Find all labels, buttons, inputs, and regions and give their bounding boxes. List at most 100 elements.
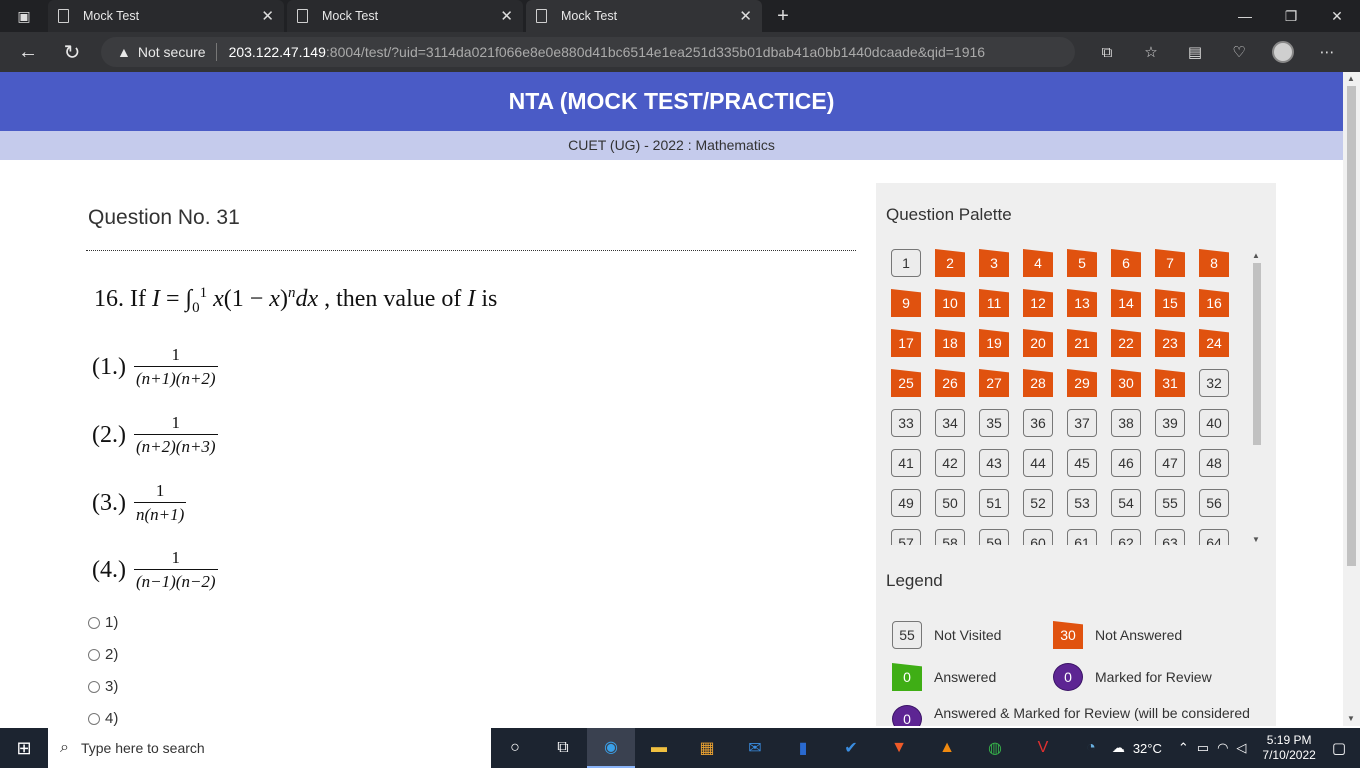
radio-button[interactable]	[88, 680, 100, 693]
chrome-icon[interactable]: ◍	[971, 728, 1019, 768]
palette-question-button[interactable]: 59	[979, 529, 1009, 545]
back-icon[interactable]: ←	[6, 32, 50, 72]
palette-question-button[interactable]: 35	[979, 409, 1009, 437]
palette-scrollbar[interactable]: ▲ ▼	[1251, 251, 1263, 545]
temperature[interactable]: 32°C	[1133, 741, 1162, 756]
vivaldi-icon[interactable]: V	[1019, 728, 1067, 768]
palette-question-button[interactable]: 32	[1199, 369, 1229, 397]
palette-question-button[interactable]: 36	[1023, 409, 1053, 437]
refresh-icon[interactable]: ↻	[50, 32, 94, 72]
palette-question-button[interactable]: 6	[1111, 249, 1141, 277]
edge-browser-icon[interactable]: ◉	[587, 728, 635, 768]
palette-question-button[interactable]: 31	[1155, 369, 1185, 397]
palette-question-button[interactable]: 46	[1111, 449, 1141, 477]
palette-question-button[interactable]: 8	[1199, 249, 1229, 277]
task-view-icon[interactable]: ⧉	[539, 728, 587, 768]
palette-question-button[interactable]: 54	[1111, 489, 1141, 517]
collections-icon[interactable]: ▤	[1173, 43, 1217, 61]
mail-icon[interactable]: ✉	[731, 728, 779, 768]
palette-question-button[interactable]: 49	[891, 489, 921, 517]
close-tab-icon[interactable]: ✕	[500, 7, 513, 25]
show-hidden-icon[interactable]: ⌃	[1178, 740, 1189, 756]
palette-question-button[interactable]: 19	[979, 329, 1009, 357]
browser-tab-1[interactable]: Mock Test ✕	[48, 0, 284, 32]
brave-icon[interactable]: ▼	[875, 728, 923, 768]
more-menu-icon[interactable]: ⋯	[1305, 43, 1349, 61]
volume-icon[interactable]: ◁	[1236, 740, 1246, 756]
tab-actions-icon[interactable]: ▣	[0, 0, 48, 32]
palette-question-button[interactable]: 63	[1155, 529, 1185, 545]
palette-question-button[interactable]: 28	[1023, 369, 1053, 397]
palette-question-button[interactable]: 10	[935, 289, 965, 317]
palette-question-button[interactable]: 26	[935, 369, 965, 397]
palette-question-button[interactable]: 21	[1067, 329, 1097, 357]
palette-question-button[interactable]: 52	[1023, 489, 1053, 517]
palette-question-button[interactable]: 48	[1199, 449, 1229, 477]
palette-question-button[interactable]: 13	[1067, 289, 1097, 317]
clock[interactable]: 5:19 PM 7/10/2022	[1262, 733, 1315, 763]
notification-icon[interactable]: ▢	[1332, 739, 1346, 757]
scroll-up-icon[interactable]: ▲	[1252, 251, 1260, 260]
windows-start-icon[interactable]: ⊞	[0, 728, 48, 768]
palette-question-button[interactable]: 23	[1155, 329, 1185, 357]
palette-question-button[interactable]: 50	[935, 489, 965, 517]
radio-button[interactable]	[88, 648, 100, 661]
palette-question-button[interactable]: 62	[1111, 529, 1141, 545]
palette-question-button[interactable]: 38	[1111, 409, 1141, 437]
app-icon[interactable]: ▮	[779, 728, 827, 768]
palette-question-button[interactable]: 53	[1067, 489, 1097, 517]
palette-question-button[interactable]: 43	[979, 449, 1009, 477]
palette-question-button[interactable]: 33	[891, 409, 921, 437]
palette-question-button[interactable]: 41	[891, 449, 921, 477]
palette-question-button[interactable]: 34	[935, 409, 965, 437]
close-tab-icon[interactable]: ✕	[261, 7, 274, 25]
answer-choice-3[interactable]: 3)	[88, 678, 118, 695]
scroll-thumb[interactable]	[1253, 263, 1261, 445]
palette-question-button[interactable]: 7	[1155, 249, 1185, 277]
page-scrollbar[interactable]: ▲ ▼	[1343, 72, 1360, 726]
palette-question-button[interactable]: 11	[979, 289, 1009, 317]
taskbar-search[interactable]: ⌕ Type here to search	[48, 728, 491, 768]
wifi-icon[interactable]: ◠	[1217, 740, 1228, 756]
palette-question-button[interactable]: 2	[935, 249, 965, 277]
weather-icon[interactable]: ☁	[1112, 740, 1125, 756]
close-window-icon[interactable]: ✕	[1314, 0, 1360, 32]
palette-question-button[interactable]: 12	[1023, 289, 1053, 317]
extensions-icon[interactable]: ⧉	[1085, 44, 1129, 61]
palette-question-button[interactable]: 5	[1067, 249, 1097, 277]
palette-question-button[interactable]: 15	[1155, 289, 1185, 317]
url-field[interactable]: ▲ Not secure 203.122.47.149 :8004/test/?…	[101, 37, 1075, 67]
palette-question-button[interactable]: 51	[979, 489, 1009, 517]
palette-question-button[interactable]: 37	[1067, 409, 1097, 437]
radio-button[interactable]	[88, 616, 100, 629]
palette-question-button[interactable]: 40	[1199, 409, 1229, 437]
minimize-icon[interactable]: —	[1222, 0, 1268, 32]
palette-question-button[interactable]: 30	[1111, 369, 1141, 397]
palette-question-button[interactable]: 4	[1023, 249, 1053, 277]
favorites-icon[interactable]: ☆	[1129, 43, 1173, 61]
palette-question-button[interactable]: 47	[1155, 449, 1185, 477]
palette-question-button[interactable]: 45	[1067, 449, 1097, 477]
palette-question-button[interactable]: 64	[1199, 529, 1229, 545]
palette-question-button[interactable]: 60	[1023, 529, 1053, 545]
palette-question-button[interactable]: 39	[1155, 409, 1185, 437]
not-secure-label[interactable]: Not secure	[138, 44, 206, 60]
scroll-up-icon[interactable]: ▲	[1347, 74, 1355, 83]
palette-question-button[interactable]: 29	[1067, 369, 1097, 397]
palette-question-button[interactable]: 1	[891, 249, 921, 277]
answer-choice-4[interactable]: 4)	[88, 710, 118, 726]
palette-question-button[interactable]: 27	[979, 369, 1009, 397]
palette-question-button[interactable]: 9	[891, 289, 921, 317]
browser-tab-2[interactable]: Mock Test ✕	[287, 0, 523, 32]
profile-avatar[interactable]	[1272, 41, 1294, 63]
palette-question-button[interactable]: 20	[1023, 329, 1053, 357]
close-tab-icon[interactable]: ✕	[739, 7, 752, 25]
file-explorer-icon[interactable]: ▬	[635, 728, 683, 768]
palette-question-button[interactable]: 22	[1111, 329, 1141, 357]
browser-essentials-icon[interactable]: ♡	[1217, 43, 1261, 61]
new-tab-icon[interactable]: +	[765, 0, 801, 32]
store-icon[interactable]: ▦	[683, 728, 731, 768]
palette-question-button[interactable]: 14	[1111, 289, 1141, 317]
palette-question-button[interactable]: 58	[935, 529, 965, 545]
answer-choice-1[interactable]: 1)	[88, 614, 118, 631]
